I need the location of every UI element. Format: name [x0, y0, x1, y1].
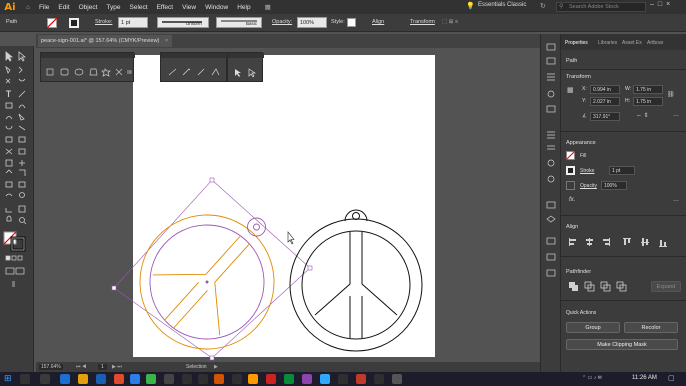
appearance-more-icon[interactable]: …: [673, 197, 679, 203]
windows-taskbar: ⊞ ⌃ ▭ ♪ ✉ 11:26 AM ▢: [0, 372, 686, 386]
rotate-icon: ∡: [582, 113, 587, 119]
app-taskbar-icon-4[interactable]: [182, 374, 192, 384]
explorer-taskbar-icon[interactable]: [78, 374, 88, 384]
app-taskbar-icon-10[interactable]: [356, 374, 366, 384]
x-label: X:: [582, 86, 587, 92]
h-label: H:: [625, 98, 630, 104]
app-taskbar-icon-12[interactable]: [392, 374, 402, 384]
artboard-number-field[interactable]: 1: [98, 364, 107, 370]
more-options-icon[interactable]: …: [673, 112, 679, 118]
fill-label: Fill: [580, 153, 587, 159]
opacity-label[interactable]: Opacity: [580, 183, 597, 189]
rotation-field[interactable]: 317.91°: [590, 112, 620, 121]
app-taskbar-icon-11[interactable]: [374, 374, 384, 384]
w-label: W:: [625, 86, 632, 92]
pathfinder-buttons[interactable]: [567, 280, 647, 292]
chrome-taskbar-icon[interactable]: [146, 374, 156, 384]
clock: 11:26 AM: [632, 375, 657, 381]
start-icon[interactable]: ⊞: [4, 373, 12, 384]
artboard-nav-prev[interactable]: ⏮ ◀: [76, 364, 86, 370]
link-icon[interactable]: ⛓: [667, 91, 675, 98]
store-taskbar-icon[interactable]: [96, 374, 106, 384]
app-taskbar-icon-8[interactable]: [284, 374, 294, 384]
app-taskbar-icon-3[interactable]: [164, 374, 174, 384]
h-field[interactable]: 1.75 in: [633, 97, 663, 106]
pathfinder-header: Pathfinder: [566, 269, 592, 275]
mouse-cursor: [287, 231, 295, 245]
artboard-nav-next[interactable]: ▶ ⏭: [112, 364, 122, 370]
status-bar: 157.64% ⏮ ◀ 1 ▶ ⏭ Selection ▶: [36, 362, 540, 372]
peace-sign-original: [289, 209, 423, 352]
task-view-icon[interactable]: [40, 374, 50, 384]
tab-artboards[interactable]: Artboar: [647, 40, 663, 46]
app-taskbar-icon-6[interactable]: [214, 374, 224, 384]
zoom-field[interactable]: 157.64%: [39, 364, 63, 370]
opacity-icon: [566, 181, 575, 190]
selection-bounding-box: [113, 179, 311, 359]
stroke-weight-field[interactable]: 1 pt: [609, 166, 635, 175]
illustrator-taskbar-icon[interactable]: [248, 374, 258, 384]
center-point: [205, 280, 209, 284]
app-taskbar-icon-9[interactable]: [338, 374, 348, 384]
stroke-label[interactable]: Stroke: [580, 168, 594, 174]
align-buttons[interactable]: [567, 236, 681, 248]
app-taskbar-icon-1[interactable]: [114, 374, 124, 384]
bbox-handle-top: [209, 177, 215, 183]
peace-sign-selected: [139, 214, 275, 350]
tab-asset-export[interactable]: Asset Ex: [622, 40, 642, 46]
object-type-label: Path: [566, 58, 578, 64]
status-arrow-icon[interactable]: ▶: [214, 364, 218, 370]
group-button[interactable]: Group: [566, 322, 620, 333]
transform-header: Transform: [566, 74, 591, 80]
acrobat-taskbar-icon[interactable]: [266, 374, 276, 384]
y-field[interactable]: 2.027 in: [590, 97, 620, 106]
edge-taskbar-icon[interactable]: [60, 374, 70, 384]
fx-button[interactable]: fx.: [569, 197, 575, 203]
opacity-field[interactable]: 100%: [601, 181, 627, 190]
appearance-header: Appearance: [566, 140, 596, 146]
collapsed-panels-strip: [540, 34, 560, 372]
properties-panel: Properties Libraries Asset Ex Artboar Pa…: [560, 34, 686, 372]
stroke-swatch-icon[interactable]: [566, 166, 575, 175]
reference-point-icon[interactable]: ▦: [567, 86, 574, 94]
app-taskbar-icon-7[interactable]: [232, 374, 242, 384]
current-tool-status: Selection: [186, 364, 207, 370]
fill-swatch-icon[interactable]: [566, 151, 575, 160]
quick-actions-header: Quick Actions: [566, 310, 597, 316]
bbox-handle-right: [307, 265, 313, 271]
recolor-button[interactable]: Recolor: [624, 322, 678, 333]
panel-icons[interactable]: [541, 34, 561, 372]
photoshop-taskbar-icon[interactable]: [320, 374, 330, 384]
app-taskbar-icon-5[interactable]: [198, 374, 208, 384]
premiere-taskbar-icon[interactable]: [302, 374, 312, 384]
search-taskbar-icon[interactable]: [20, 374, 30, 384]
flip-icons[interactable]: ⇔ ⇕: [636, 112, 649, 119]
w-field[interactable]: 1.75 in: [633, 85, 663, 94]
x-field[interactable]: 0.994 in: [590, 85, 620, 94]
notifications-icon[interactable]: ▢: [668, 374, 675, 382]
system-tray-icons[interactable]: ⌃ ▭ ♪ ✉: [582, 375, 602, 381]
tab-properties[interactable]: Properties: [565, 40, 588, 46]
make-clipping-mask-button[interactable]: Make Clipping Mask: [566, 339, 678, 350]
bbox-handle-bottom: [209, 355, 215, 361]
app-taskbar-icon-2[interactable]: [130, 374, 140, 384]
expand-button[interactable]: Expand: [651, 281, 681, 292]
tab-libraries[interactable]: Libraries: [598, 40, 617, 46]
align-header: Align: [566, 224, 579, 230]
y-label: Y:: [582, 98, 587, 104]
bbox-handle-left: [111, 285, 117, 291]
